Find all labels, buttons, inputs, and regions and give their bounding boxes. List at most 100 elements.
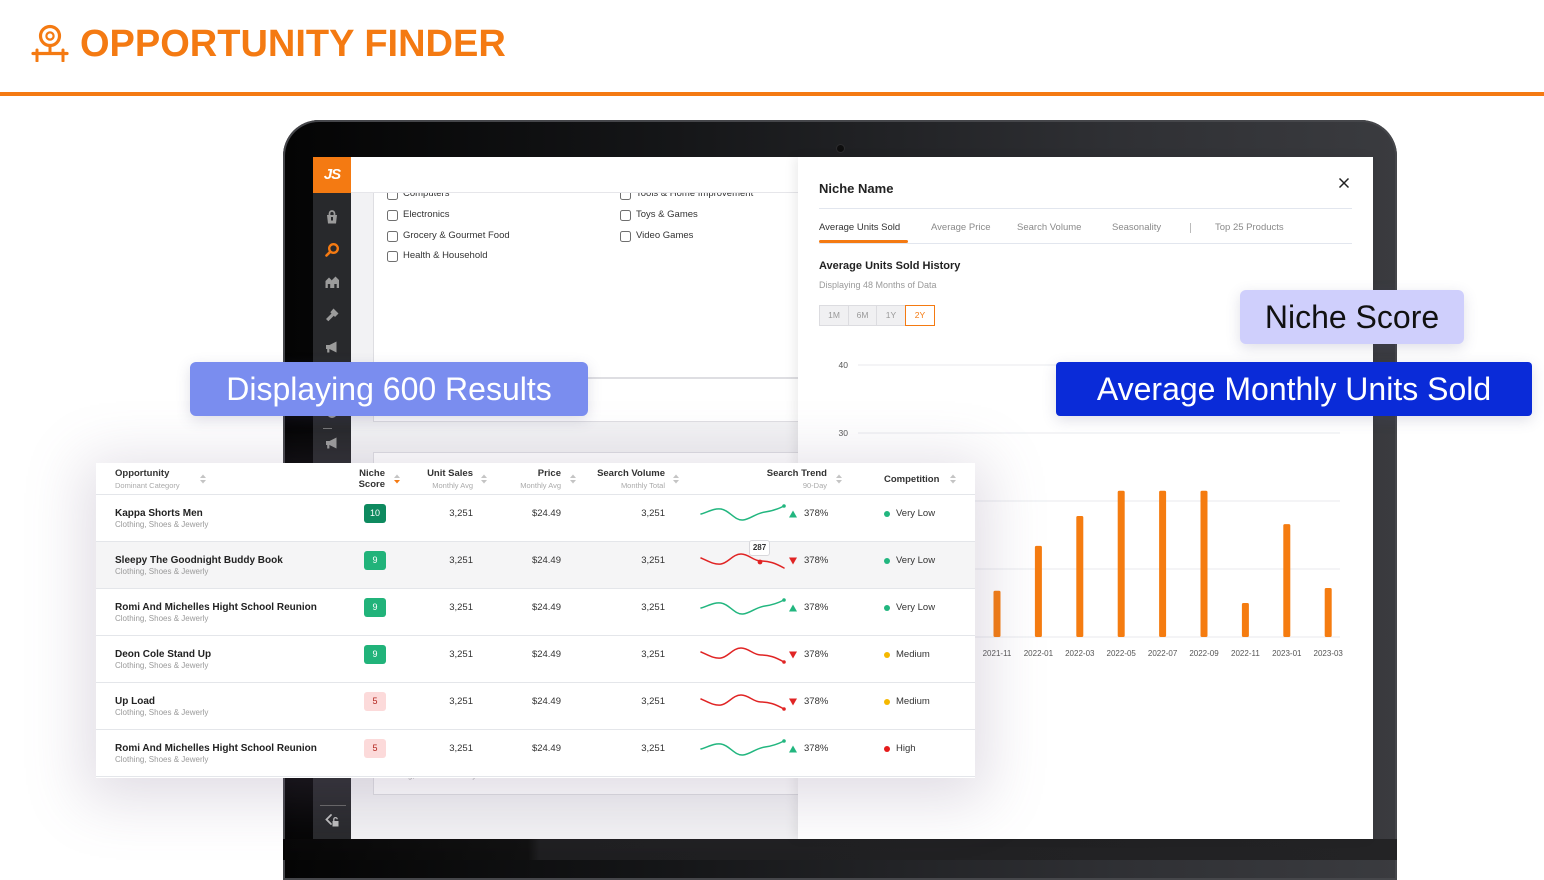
column-header-subtitle: Monthly Avg [432,481,473,490]
dominant-category: Clothing, Shoes & Jewerly [115,520,209,529]
sparkline-path [700,553,785,569]
key-icon[interactable] [324,307,340,323]
megaphone-icon[interactable] [324,435,340,451]
sort-icon[interactable] [200,474,206,484]
range-2y-button[interactable]: 2Y [905,305,935,326]
trend-percent: 378% [804,696,829,707]
opportunity-name[interactable]: Up Load [115,696,155,708]
tab-top-25-products[interactable]: Top 25 Products [1215,222,1284,233]
sort-icon[interactable] [673,474,679,484]
column-header-line2: Score [358,479,385,490]
close-icon[interactable] [1337,176,1351,190]
x-tick-label: 2022-03 [1065,649,1095,658]
bar-2021-11 [993,590,1001,637]
column-header-unit-sales[interactable]: Unit Sales [396,468,473,479]
price-value: $24.49 [531,508,561,519]
table-row[interactable]: Sleepy The Goodnight Buddy Book Clothing,… [96,540,975,589]
range-6m-button[interactable]: 6M [848,305,877,326]
sort-icon[interactable] [836,474,842,484]
trend-up-icon [789,604,797,612]
range-1y-button[interactable]: 1Y [876,305,906,326]
trend-down-icon [789,557,797,565]
sparkline-end-point [782,707,786,711]
column-header-price[interactable]: Price [496,468,561,479]
results-count-callout: Displaying 600 Results [190,362,588,416]
trend-triangle [789,510,797,518]
bar-2022-03 [1076,515,1084,637]
trend-down-icon [789,651,797,659]
avg-monthly-units-callout: Average Monthly Units Sold [1056,362,1532,416]
trend-percent: 378% [804,743,829,754]
table-row[interactable]: Romi And Michelles Hight School Reunion C… [96,730,975,777]
unit-sales-value: 3,251 [449,602,473,613]
competition-level: Very Low [896,508,936,519]
checkbox-health-household[interactable] [387,251,398,262]
sparkline-path [700,647,785,663]
sort-icon[interactable] [950,474,956,484]
checkbox-toys-games[interactable] [620,210,631,221]
search-trend-sparkline[interactable] [700,503,786,525]
checkbox-grocery-gourmet-food[interactable] [387,231,398,242]
competition-status-dot [884,746,890,752]
range-1m-button[interactable]: 1M [819,305,849,326]
dominant-category: Clothing, Shoes & Jewerly [115,708,209,717]
sparkline-end-point [782,598,786,602]
tab-average-units-sold[interactable]: Average Units Sold [819,222,900,233]
column-header-niche-score[interactable]: Niche [336,468,385,479]
trend-down-icon [789,698,797,706]
niche-score-badge: 9 [364,598,386,617]
tab-divider [1190,223,1191,233]
checkbox-electronics[interactable] [387,210,398,221]
trend-triangle [789,745,797,753]
search-volume-value: 3,251 [641,508,665,519]
bag-icon[interactable] [324,209,340,225]
unit-sales-value: 3,251 [449,649,473,660]
column-header-search-volume[interactable]: Search Volume [576,468,665,479]
trend-percent: 378% [804,602,829,613]
megaphone-icon[interactable] [324,339,340,355]
search-trend-sparkline[interactable] [700,691,786,713]
dominant-category: Clothing, Shoes & Jewerly [115,614,209,623]
niche-score-badge: 10 [364,504,386,523]
search-trend-sparkline[interactable] [700,597,786,619]
search-trend-sparkline[interactable] [700,738,786,760]
x-tick-label: 2022-11 [1231,649,1260,658]
table-row[interactable]: Up Load Clothing, Shoes & Jewerly 5 3,251 $2… [96,683,975,730]
tab-search-volume[interactable]: Search Volume [1017,222,1081,233]
table-row[interactable]: Deon Cole Stand Up Clothing, Shoes & Jewe… [96,636,975,683]
opportunity-name[interactable]: Romi And Michelles Hight School Reunion [115,602,317,614]
search-volume-value: 3,251 [641,696,665,707]
table-row[interactable]: Kappa Shorts Men Clothing, Shoes & Jewerl… [96,495,975,542]
column-header-name[interactable]: Opportunity [115,468,205,479]
column-header-subtitle: Dominant Category [115,481,180,490]
x-tick-label: 2021-11 [983,649,1012,658]
warehouse-icon[interactable] [324,274,340,290]
column-header-competition[interactable]: Competition [884,474,954,485]
checkbox-video-games[interactable] [620,231,631,242]
x-tick-label: 2022-07 [1148,649,1178,658]
opportunity-name[interactable]: Romi And Michelles Hight School Reunion [115,743,317,755]
tab-seasonality[interactable]: Seasonality [1112,222,1161,233]
opportunity-name[interactable]: Kappa Shorts Men [115,508,203,520]
sparkline-tooltip: 287 [749,540,770,556]
niche-score-badge: 5 [364,692,386,711]
price-value: $24.49 [531,555,561,566]
price-value: $24.49 [531,602,561,613]
opportunity-name[interactable]: Sleepy The Goodnight Buddy Book [115,555,283,567]
unit-sales-value: 3,251 [449,696,473,707]
header-divider [0,92,1544,96]
competition-status-dot [884,652,890,658]
app-logo[interactable]: JS [313,157,351,193]
sort-icon[interactable] [481,474,487,484]
column-header-search-trend[interactable]: Search Trend [746,468,827,479]
x-tick-label: 2023-03 [1314,649,1344,658]
search-icon[interactable] [324,242,340,258]
table-row[interactable]: Romi And Michelles Hight School Reunion C… [96,589,975,636]
chart-title: Average Units Sold History [819,260,961,272]
search-trend-sparkline[interactable] [700,550,786,572]
opportunity-name[interactable]: Deon Cole Stand Up [115,649,211,661]
tab-average-price[interactable]: Average Price [931,222,991,233]
unit-sales-value: 3,251 [449,508,473,519]
search-trend-sparkline[interactable] [700,644,786,666]
collapse-lock-icon[interactable] [324,812,340,828]
